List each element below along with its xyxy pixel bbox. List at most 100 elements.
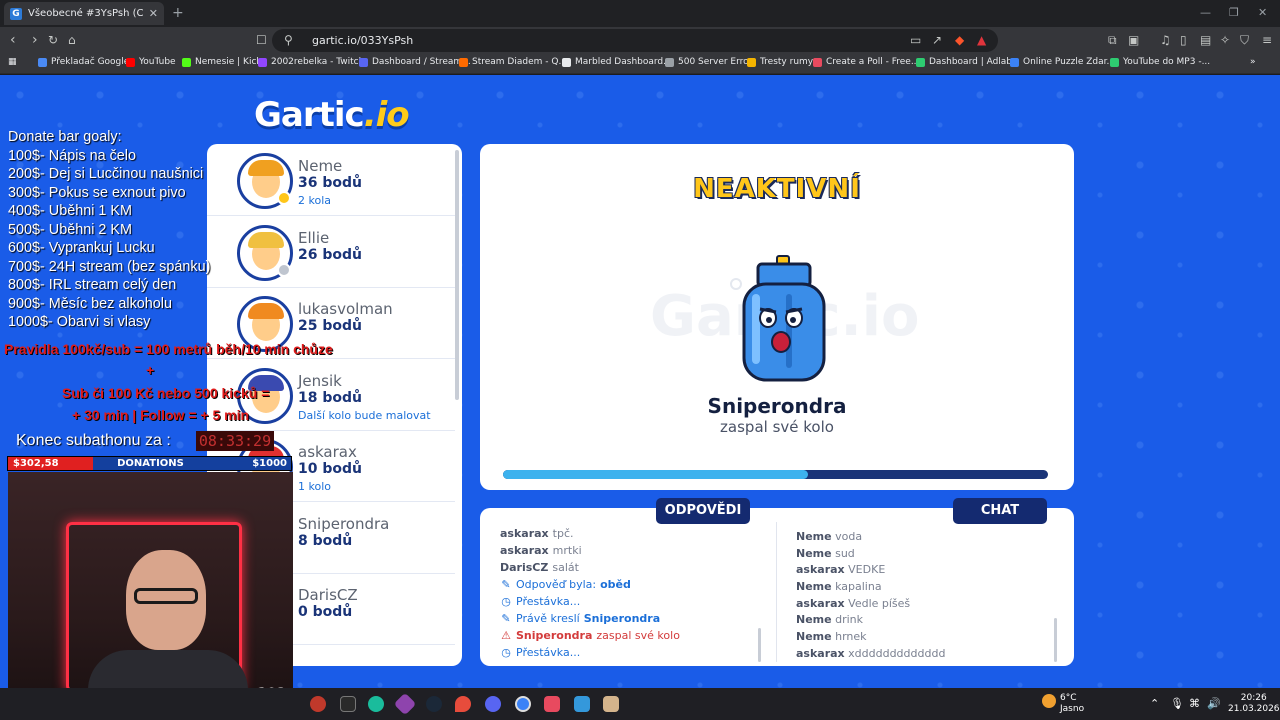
bookmark-item[interactable]: Dashboard | Adlab bbox=[916, 57, 1012, 67]
app-icon-3[interactable] bbox=[368, 696, 384, 712]
epic-games-icon[interactable] bbox=[340, 696, 356, 712]
chat-text: xddddddddddddd bbox=[848, 646, 946, 660]
bookmark-label: YouTube bbox=[139, 57, 176, 67]
bookmark-favicon-icon bbox=[916, 57, 925, 67]
forward-icon[interactable]: › bbox=[32, 32, 38, 48]
address-bar[interactable]: ⚲ gartic.io/033YsPsh ▭ ↗ ◆ ▲ bbox=[272, 29, 998, 52]
gartic-logo[interactable]: Gartic.io bbox=[254, 95, 410, 135]
volume-icon[interactable]: 🔊 bbox=[1207, 697, 1221, 710]
close-tab-icon[interactable]: ✕ bbox=[149, 7, 158, 20]
minimize-icon[interactable]: — bbox=[1200, 6, 1211, 19]
extensions-icon[interactable]: ⧉ bbox=[1108, 33, 1117, 48]
bookmark-favicon-icon bbox=[359, 57, 368, 67]
rules-line-3: Sub či 100 Kč nebo 500 kicků = bbox=[62, 385, 270, 401]
answer-user: askarax bbox=[500, 527, 549, 540]
bookmark-item[interactable]: Tresty rumy bbox=[747, 57, 813, 67]
answer-user: DarisCZ bbox=[500, 561, 549, 574]
bookmark-label: Marbled Dashboard... bbox=[575, 57, 672, 67]
brave-rewards-icon[interactable]: ▲ bbox=[977, 33, 986, 47]
screenshot-icon[interactable]: ▣ bbox=[1128, 33, 1139, 47]
bookmark-item[interactable]: Dashboard / Stream... bbox=[359, 57, 471, 67]
browser-tab[interactable]: G Všeobecné #3YsPsh (Čeština) ✕ bbox=[4, 2, 164, 25]
close-window-icon[interactable]: ✕ bbox=[1258, 6, 1267, 19]
chat-message: Neme hrnek bbox=[796, 630, 1056, 647]
warning-icon: ⚠ bbox=[501, 629, 511, 642]
menu-icon[interactable]: ≡ bbox=[1262, 33, 1272, 47]
answer-text: Přestávka... bbox=[516, 646, 581, 659]
player-score: 36 bodů bbox=[298, 175, 362, 191]
chat-text: VEDKE bbox=[848, 563, 886, 577]
bookmark-item[interactable]: YouTube do MP3 -... bbox=[1110, 57, 1210, 67]
clock-date: 21.03.2026 bbox=[1228, 704, 1280, 714]
bookmarks-overflow-icon[interactable]: » bbox=[1250, 57, 1256, 67]
bookmark-favicon-icon bbox=[459, 57, 468, 67]
music-icon[interactable]: ♫ bbox=[1160, 33, 1171, 47]
player-name: Sniperondra bbox=[298, 514, 390, 533]
inactive-drawer-name: Sniperondra bbox=[707, 394, 847, 418]
answer-row: ◷ Přestávka... bbox=[500, 593, 760, 610]
bookmark-label: Create a Poll - Free... bbox=[826, 57, 920, 67]
sidebar-icon[interactable]: ▯ bbox=[1180, 33, 1187, 47]
discord-icon[interactable] bbox=[485, 696, 501, 712]
chat-scrollbar[interactable] bbox=[1054, 618, 1057, 662]
player-note: 1 kolo bbox=[298, 480, 331, 493]
browser-taskbar-icon[interactable] bbox=[515, 696, 531, 712]
bookmark-item[interactable]: 2002rebelka - Twitch bbox=[258, 57, 364, 67]
weather-widget[interactable]: 6°C Jasno bbox=[1060, 693, 1084, 715]
steam-icon[interactable] bbox=[426, 696, 442, 712]
tab-answers[interactable]: ODPOVĚDI bbox=[656, 498, 750, 524]
app-icon-1[interactable] bbox=[310, 696, 326, 712]
bookmark-item[interactable]: 500 Server Error bbox=[665, 57, 752, 67]
player-row[interactable]: Ellie 26 bodů bbox=[207, 216, 455, 288]
player-row[interactable]: Neme 36 bodů 2 kola bbox=[207, 144, 455, 216]
new-tab-icon[interactable]: + bbox=[172, 5, 184, 21]
clock-icon: ◷ bbox=[501, 595, 511, 608]
microphone-icon[interactable]: 🎙 bbox=[1170, 697, 1184, 710]
app-icon-4[interactable] bbox=[393, 692, 417, 716]
answer-text: salát bbox=[552, 561, 579, 574]
bookmark-item[interactable]: YouTube bbox=[126, 57, 176, 67]
network-icon[interactable]: ⌘ bbox=[1189, 697, 1200, 710]
gartic-taskbar-icon[interactable] bbox=[544, 696, 560, 712]
bookmark-item[interactable]: Stream Diadem - Q... bbox=[459, 57, 567, 67]
pencil-icon: ✎ bbox=[501, 578, 511, 591]
leo-icon[interactable]: ✧ bbox=[1220, 33, 1230, 47]
answer-row: ⚠ Sniperondra zaspal své kolo bbox=[500, 627, 760, 644]
tab-chat[interactable]: CHAT bbox=[953, 498, 1047, 524]
donate-goal-line: 700$- 24H stream (bez spánku) bbox=[8, 258, 211, 275]
player-list-scrollbar[interactable] bbox=[455, 150, 459, 400]
answers-scrollbar[interactable] bbox=[758, 628, 761, 662]
bookmark-item[interactable]: Online Puzzle Zdar... bbox=[1010, 57, 1115, 67]
maximize-icon[interactable]: ❐ bbox=[1229, 6, 1239, 19]
brave-shield-icon[interactable]: ◆ bbox=[955, 33, 964, 47]
avatar-hair bbox=[248, 303, 284, 319]
bookmark-favicon-icon bbox=[258, 57, 267, 67]
site-info-icon[interactable]: ⚲ bbox=[284, 33, 293, 47]
bookmark-item[interactable]: Překladač Google bbox=[38, 57, 129, 67]
home-icon[interactable]: ⌂ bbox=[68, 32, 76, 48]
vpn-icon[interactable]: ⛉ bbox=[1240, 33, 1249, 48]
maps-icon[interactable] bbox=[455, 696, 471, 712]
notepad-icon[interactable] bbox=[574, 696, 590, 712]
cast-icon[interactable]: ▭ bbox=[910, 33, 921, 47]
tray-chevron-icon[interactable]: ⌃ bbox=[1150, 697, 1159, 710]
share-icon[interactable]: ↗ bbox=[932, 33, 942, 47]
avatar-hair bbox=[248, 231, 284, 248]
donate-goal-line: 500$- Uběhni 2 KM bbox=[8, 221, 132, 238]
browser-navbar: ‹ › ↻ ⌂ ☐ ⚲ gartic.io/033YsPsh ▭ ↗ ◆ ▲ ⧉… bbox=[0, 27, 1280, 54]
bookmark-item[interactable]: Create a Poll - Free... bbox=[813, 57, 919, 67]
bookmark-label: Stream Diadem - Q... bbox=[472, 57, 568, 67]
chat-message: askarax Vedle píšeš bbox=[796, 597, 1056, 614]
reload-icon[interactable]: ↻ bbox=[48, 32, 58, 48]
files-icon[interactable] bbox=[603, 696, 619, 712]
back-icon[interactable]: ‹ bbox=[10, 32, 16, 48]
chat-user: askarax bbox=[796, 596, 845, 610]
bookmark-icon[interactable]: ☐ bbox=[256, 32, 267, 48]
wallet-icon[interactable]: ▤ bbox=[1200, 33, 1211, 47]
bookmark-item[interactable]: Nemesie | Kick bbox=[182, 57, 262, 67]
answer-highlight: oběd bbox=[600, 578, 631, 591]
apps-icon[interactable]: ▦ bbox=[8, 57, 17, 67]
taskbar-clock[interactable]: 20:26 21.03.2026 bbox=[1228, 693, 1280, 715]
bookmark-item[interactable]: Marbled Dashboard... bbox=[562, 57, 672, 67]
bookmark-label: Online Puzzle Zdar... bbox=[1023, 57, 1116, 67]
